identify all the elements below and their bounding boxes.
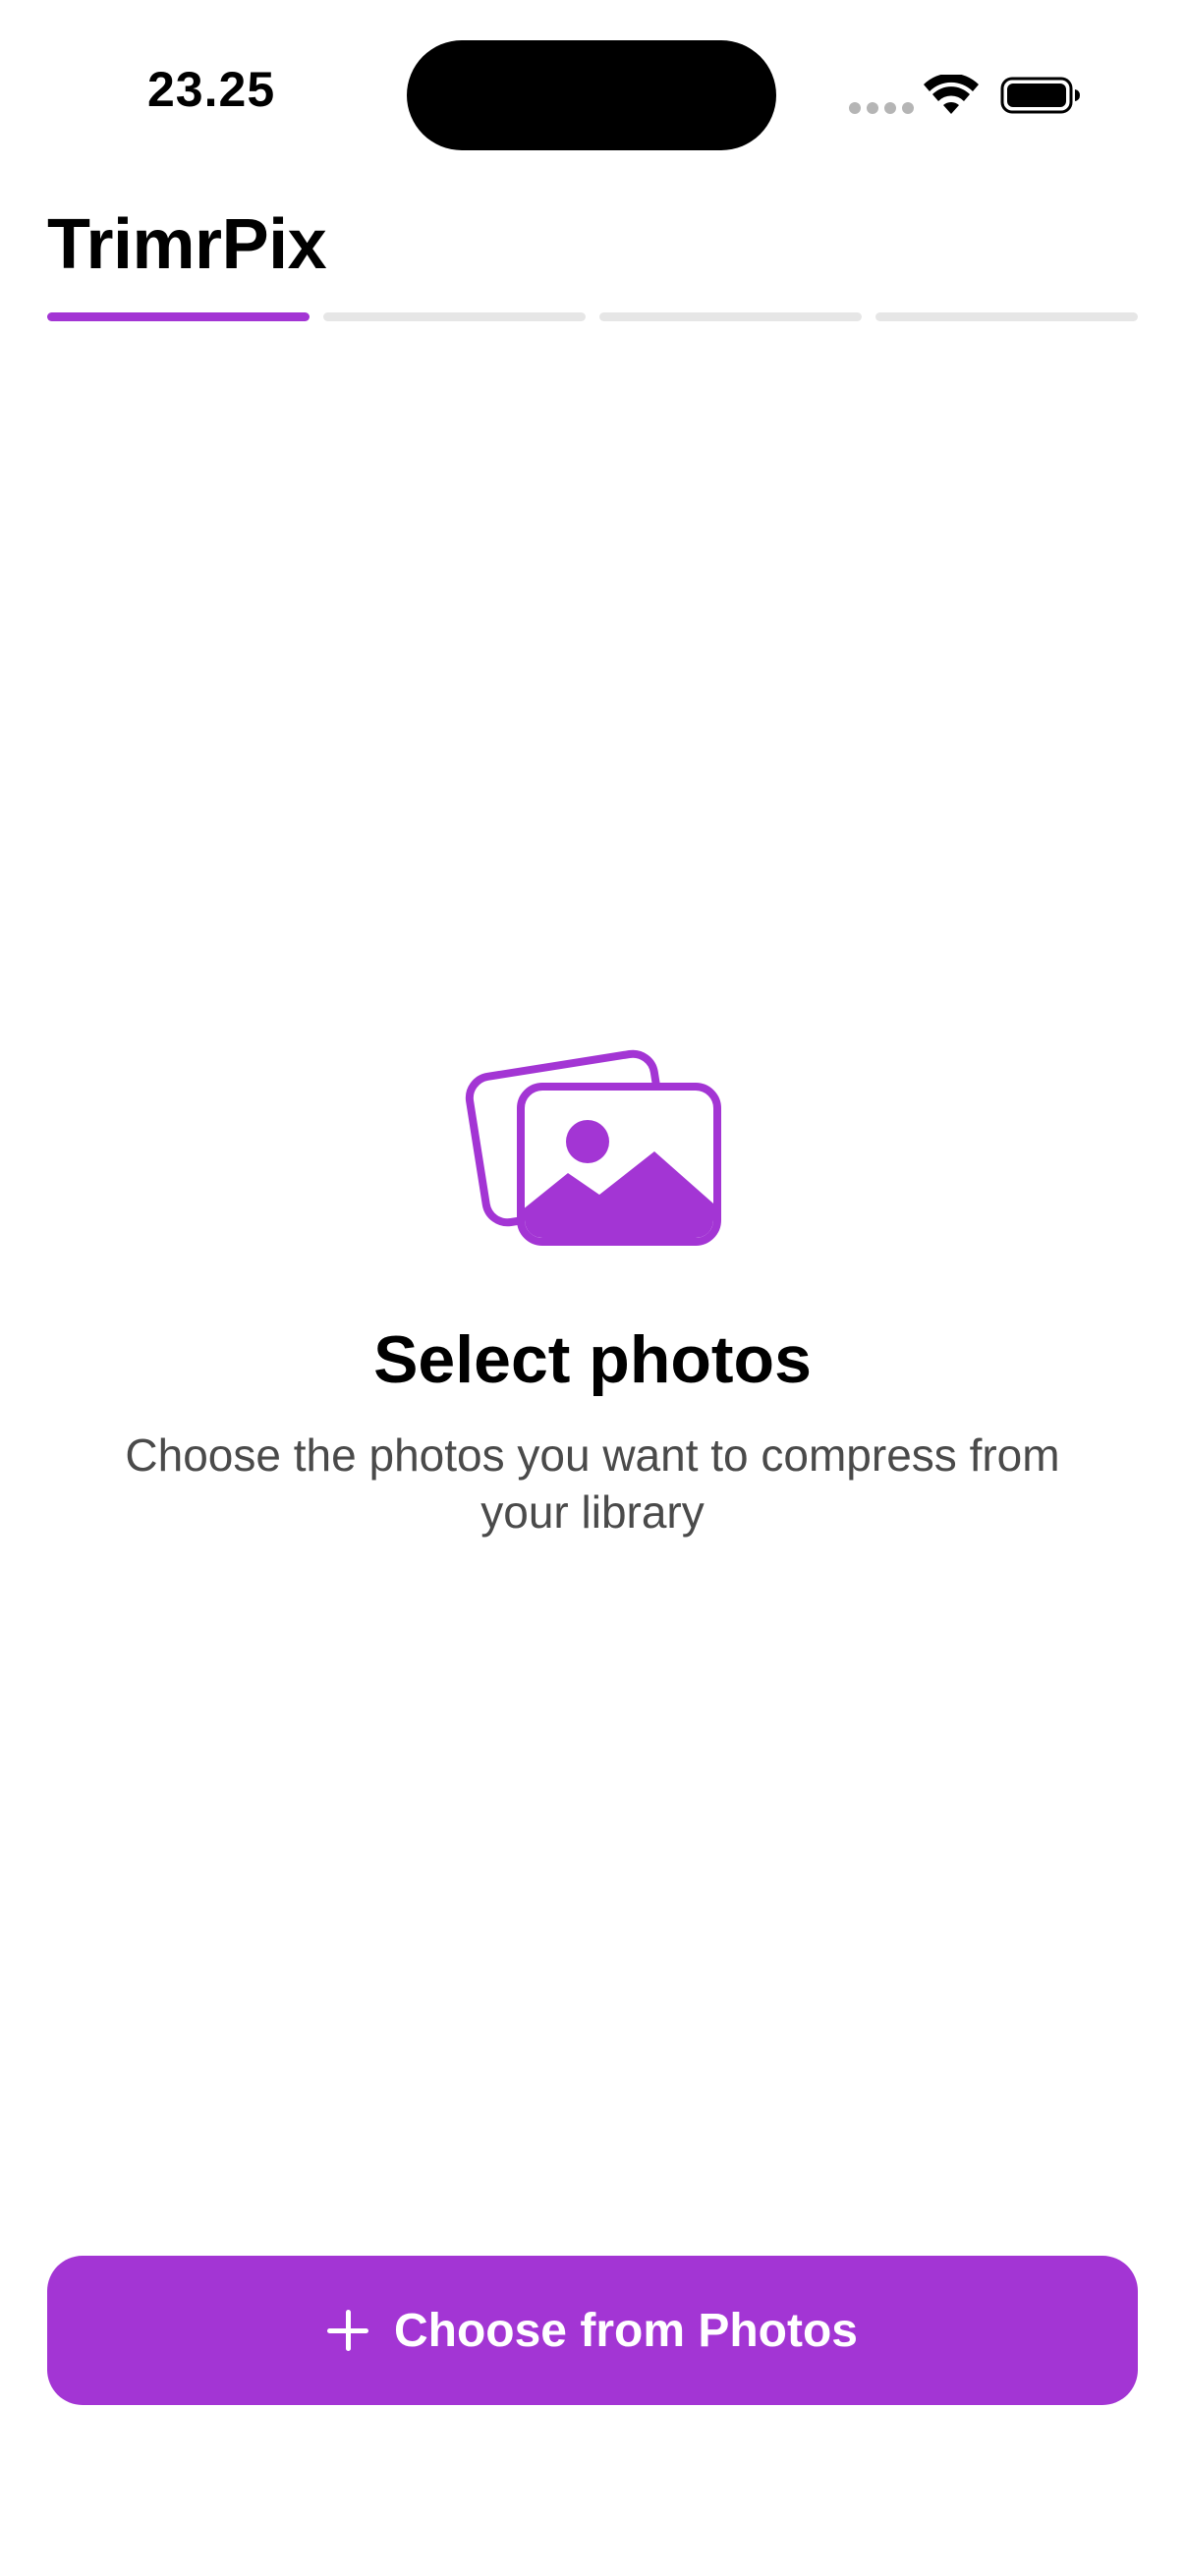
step-indicator-3 bbox=[599, 312, 862, 321]
app-title: TrimrPix bbox=[47, 205, 327, 284]
battery-icon bbox=[1000, 77, 1080, 114]
step-indicator-1 bbox=[47, 312, 310, 321]
choose-from-photos-label: Choose from Photos bbox=[393, 2304, 858, 2357]
step-indicator-4 bbox=[875, 312, 1138, 321]
status-time: 23.25 bbox=[147, 62, 276, 117]
wifi-icon bbox=[924, 75, 979, 114]
empty-state-subtitle: Choose the photos you want to compress f… bbox=[125, 1429, 1060, 1538]
choose-from-photos-button[interactable]: Choose from Photos bbox=[47, 2256, 1138, 2405]
step-indicator-2 bbox=[323, 312, 586, 321]
status-bar: 23.25 bbox=[0, 0, 1185, 187]
plus-icon bbox=[326, 2310, 368, 2351]
step-progress-bar bbox=[47, 312, 1138, 321]
dynamic-island bbox=[407, 40, 776, 150]
photos-stack-icon bbox=[465, 1049, 721, 1246]
empty-state-title: Select photos bbox=[373, 1322, 812, 1397]
signal-dots-icon bbox=[849, 102, 914, 114]
